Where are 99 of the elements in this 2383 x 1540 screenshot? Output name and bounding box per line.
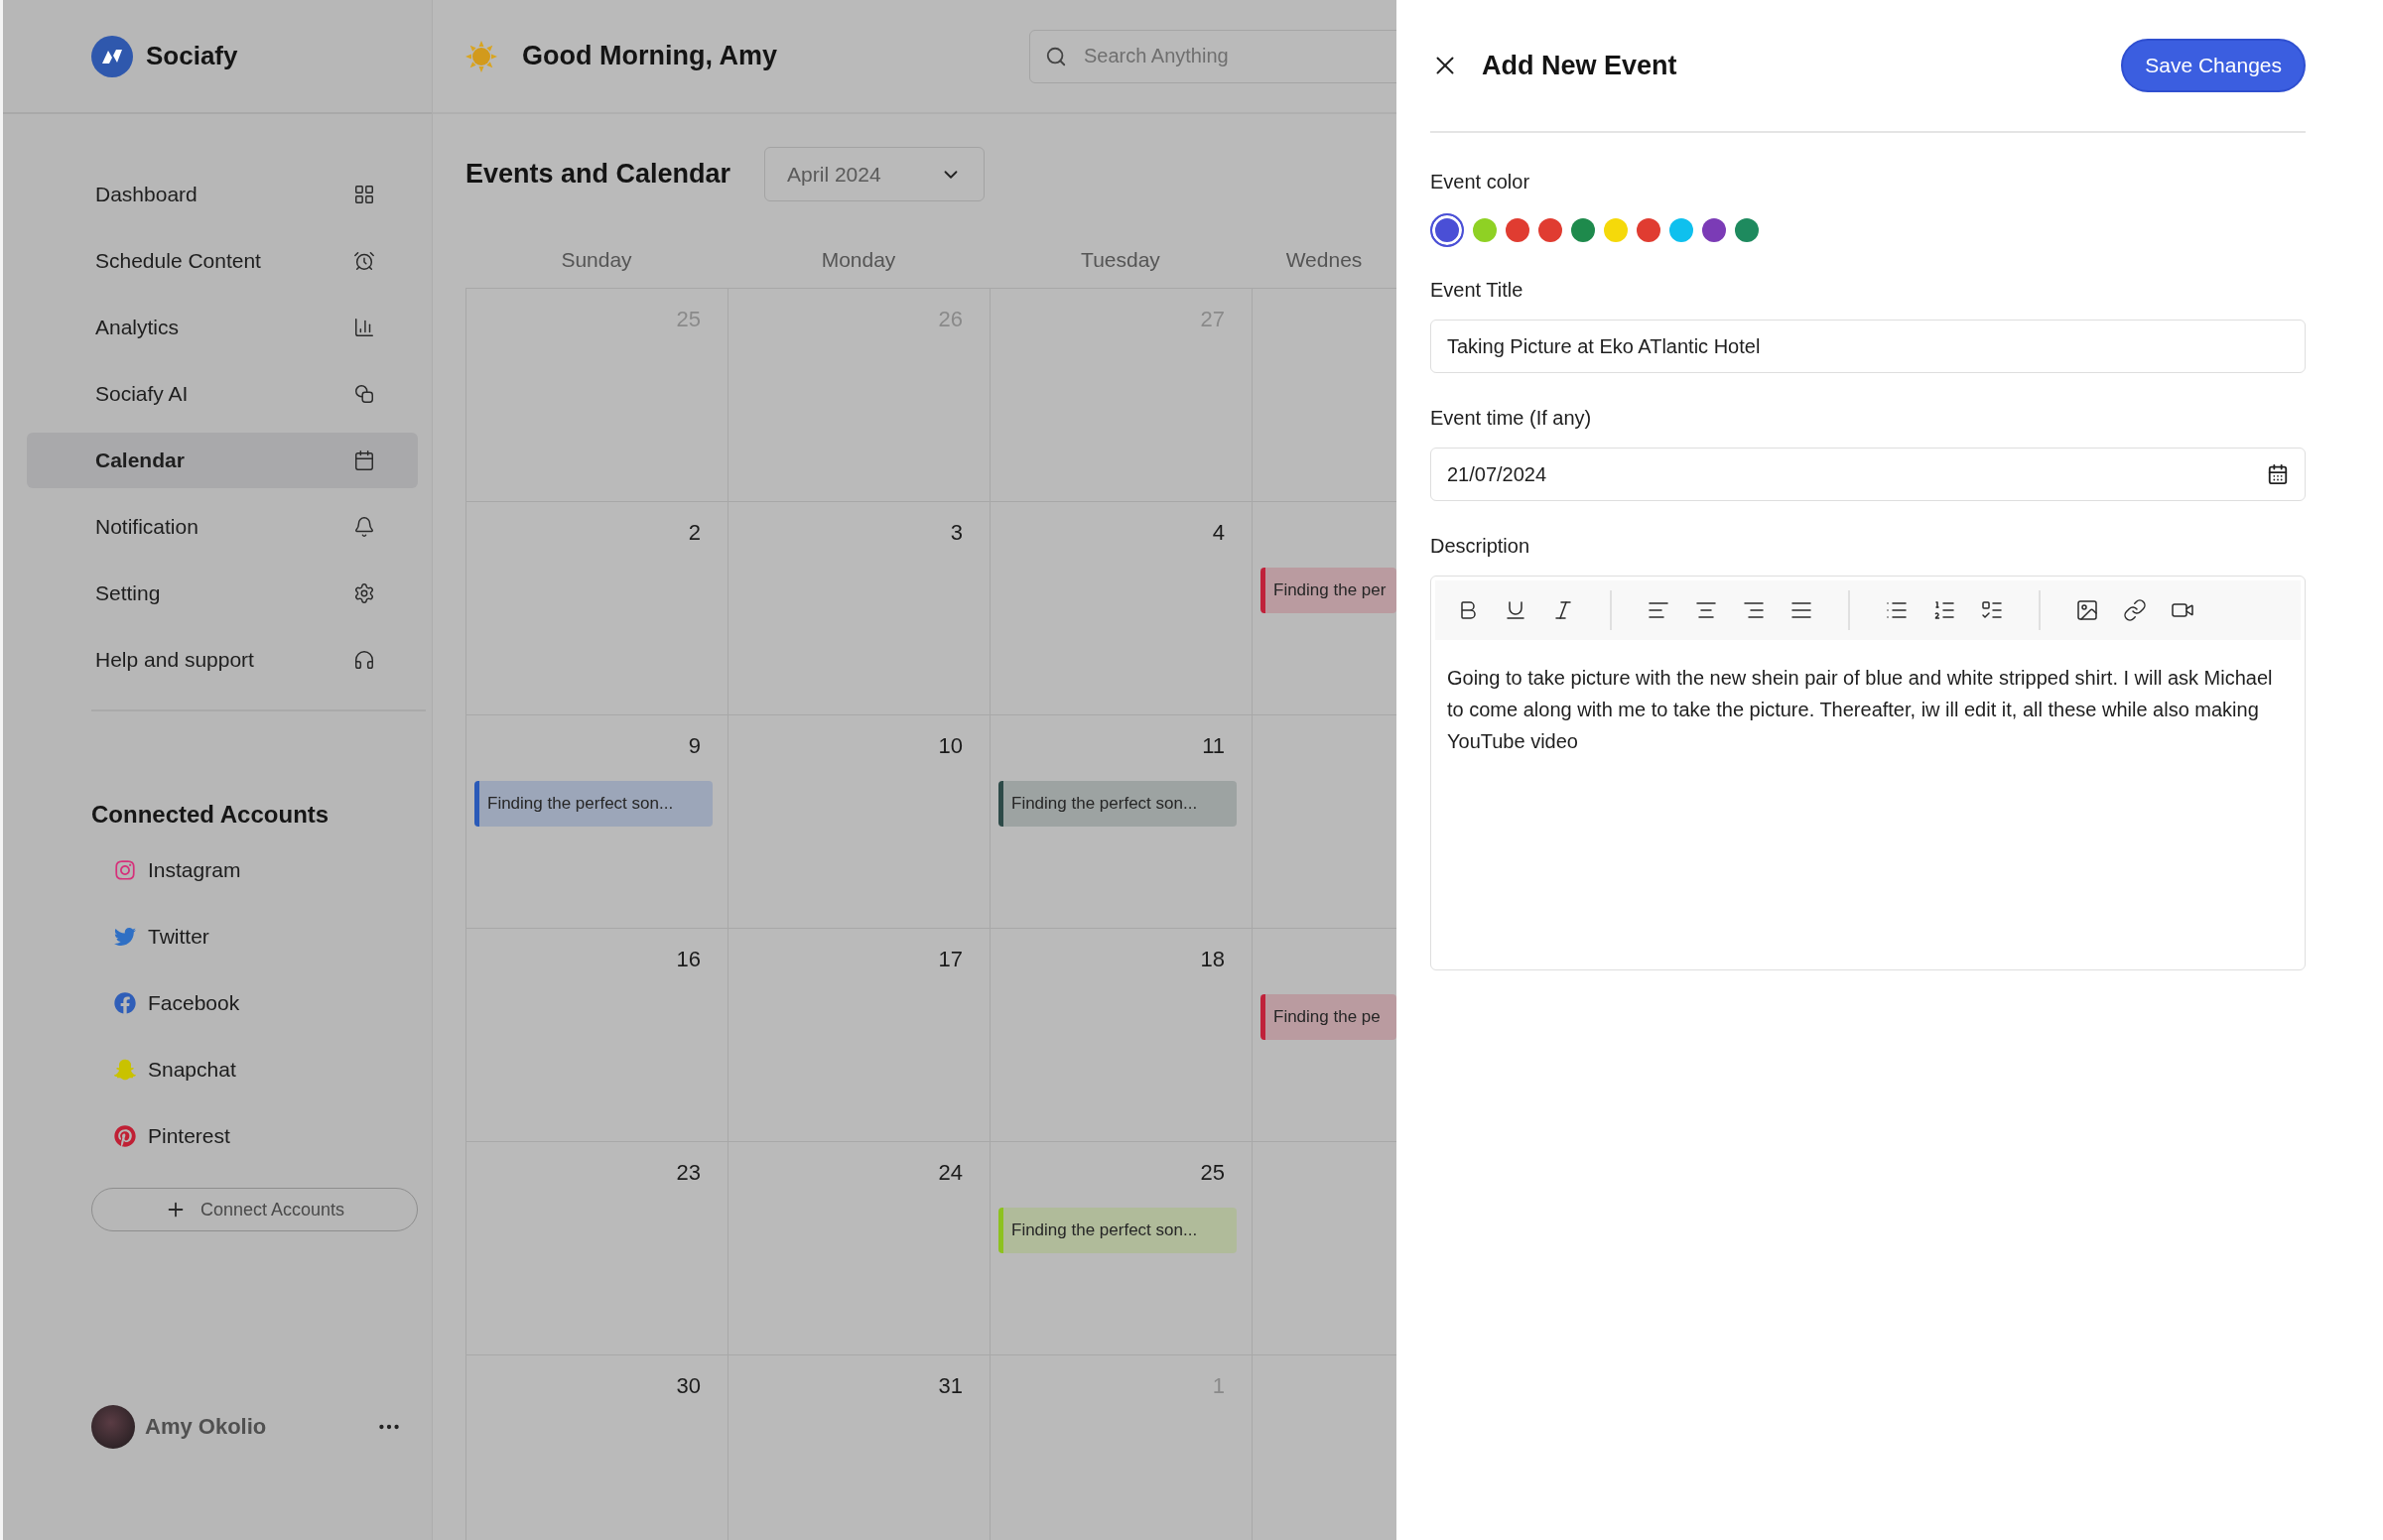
color-swatch[interactable] <box>1538 218 1562 242</box>
nav-item[interactable]: Notification <box>27 499 418 555</box>
description-editor[interactable] <box>1430 576 2306 970</box>
day-cell[interactable]: 23 <box>465 1141 728 1354</box>
day-number: 24 <box>938 1160 963 1186</box>
pinterest-icon <box>114 1125 136 1147</box>
page-title: Events and Calendar <box>465 159 731 190</box>
user-name: Amy Okolio <box>145 1414 268 1440</box>
month-dropdown[interactable]: April 2024 <box>764 147 986 201</box>
bar-chart-icon <box>353 317 375 338</box>
twitter-icon <box>114 926 136 948</box>
bell-icon <box>353 516 375 538</box>
event-chip[interactable]: Finding the perfect son... <box>474 781 713 827</box>
color-swatch[interactable] <box>1430 213 1464 247</box>
field-label: Description <box>1430 535 1531 558</box>
alarm-clock-icon <box>353 250 375 272</box>
field-label: Event color <box>1430 171 1531 193</box>
logo-icon <box>91 35 133 77</box>
nav-item[interactable]: Dashboard <box>27 167 418 222</box>
underline-icon <box>1504 598 1527 622</box>
color-swatch[interactable] <box>1604 218 1628 242</box>
greeting-title: Good Morning, Amy <box>522 41 777 71</box>
color-swatch[interactable] <box>1473 218 1497 242</box>
day-number: 25 <box>1200 1160 1225 1186</box>
nav-item[interactable]: Setting <box>27 566 418 621</box>
color-swatch[interactable] <box>1669 218 1693 242</box>
weekday-label: Sunday <box>561 247 632 272</box>
day-number: 16 <box>676 947 701 972</box>
nav-item[interactable]: Analytics <box>27 300 418 355</box>
color-swatch[interactable] <box>1637 218 1660 242</box>
calendar-icon <box>2267 463 2289 485</box>
numbered-list-icon <box>1932 598 1956 622</box>
account-name[interactable]: Pinterest <box>148 1124 230 1148</box>
weekday-label: Monday <box>821 247 896 272</box>
day-cell[interactable]: 10 <box>728 714 990 928</box>
event-chip[interactable]: Finding the perfect son... <box>998 781 1237 827</box>
field-label: Event time (If any) <box>1430 407 1593 430</box>
color-swatch[interactable] <box>1735 218 1759 242</box>
day-number: 30 <box>676 1373 701 1399</box>
account-name[interactable]: Snapchat <box>148 1058 236 1082</box>
account-name[interactable]: Twitter <box>148 925 209 949</box>
day-cell[interactable]: 31 <box>728 1354 990 1540</box>
day-cell[interactable]: 9 Finding the perfect son... <box>465 714 728 928</box>
color-swatch[interactable] <box>1702 218 1726 242</box>
brand-name: Sociafy <box>146 41 238 71</box>
day-number: 11 <box>1202 733 1225 759</box>
weekday-label: Wednes <box>1285 247 1363 272</box>
day-cell[interactable]: 30 <box>465 1354 728 1540</box>
nav-item[interactable]: Schedule Content <box>27 233 418 289</box>
day-cell[interactable]: 25 Finding the perfect son... <box>990 1141 1252 1354</box>
day-cell[interactable]: 11 Finding the perfect son... <box>990 714 1252 928</box>
settings-icon <box>353 582 375 604</box>
day-number: 2 <box>688 520 701 546</box>
sun-icon <box>464 39 498 73</box>
title-field[interactable]: Taking Picture at Eko ATlantic Hotel <box>1430 320 2306 373</box>
field-label: Event Title <box>1430 279 1524 302</box>
day-cell[interactable]: 4 <box>990 501 1252 714</box>
snapchat-icon <box>114 1059 136 1081</box>
day-number: 4 <box>1212 520 1225 546</box>
grid-icon <box>353 184 375 205</box>
save-changes-button[interactable]: Save Changes <box>2121 39 2306 92</box>
event-chip[interactable]: Finding the pe <box>1260 994 1396 1040</box>
day-number: 23 <box>676 1160 701 1186</box>
instagram-icon <box>114 859 136 881</box>
headphones-icon <box>353 649 375 671</box>
day-number: 18 <box>1200 947 1225 972</box>
panel-title: Add New Event <box>1482 50 1677 81</box>
event-chip[interactable]: Finding the perfect son... <box>998 1208 1237 1253</box>
user-avatar <box>91 1405 135 1449</box>
calendar-icon <box>353 449 375 471</box>
day-cell[interactable]: 2 <box>465 501 728 714</box>
nav-item[interactable]: Sociafy AI <box>27 366 418 422</box>
date-field[interactable]: 21/07/2024 <box>1430 448 2306 501</box>
nav-item[interactable]: Help and support <box>27 632 418 688</box>
section-title: Connected Accounts <box>91 801 331 829</box>
day-cell[interactable]: 17 <box>728 928 990 1141</box>
nav-item[interactable]: Calendar <box>27 433 418 488</box>
day-cell[interactable]: 16 <box>465 928 728 1141</box>
day-number: 9 <box>688 733 701 759</box>
account-name[interactable]: Instagram <box>148 858 241 882</box>
event-chip[interactable]: Finding the per <box>1260 568 1396 613</box>
image-icon <box>2075 598 2099 622</box>
description-text: Going to take picture with the new shein pair of blue and white stripped shirt. I will ask Michael to come along with me to take the picture. Thereafter, iw ill edit it, all these while also making YouTube video <box>1447 666 2274 754</box>
account-name[interactable]: Facebook <box>148 991 240 1015</box>
weekday-label: Tuesday <box>1081 247 1160 272</box>
day-cell[interactable]: 18 <box>990 928 1252 1141</box>
day-number: 17 <box>938 947 963 972</box>
color-swatch[interactable] <box>1571 218 1595 242</box>
facebook-icon <box>114 992 136 1014</box>
overlapping-shapes-icon <box>353 383 375 405</box>
day-cell[interactable]: 3 <box>728 501 990 714</box>
day-number: 31 <box>938 1373 963 1399</box>
day-number: 10 <box>938 733 963 759</box>
link-icon <box>2123 598 2147 622</box>
day-number: 3 <box>950 520 963 546</box>
day-cell[interactable]: 24 <box>728 1141 990 1354</box>
search-icon <box>1045 45 1067 67</box>
search-field[interactable]: Search Anything <box>1029 29 1396 83</box>
color-swatch[interactable] <box>1506 218 1529 242</box>
